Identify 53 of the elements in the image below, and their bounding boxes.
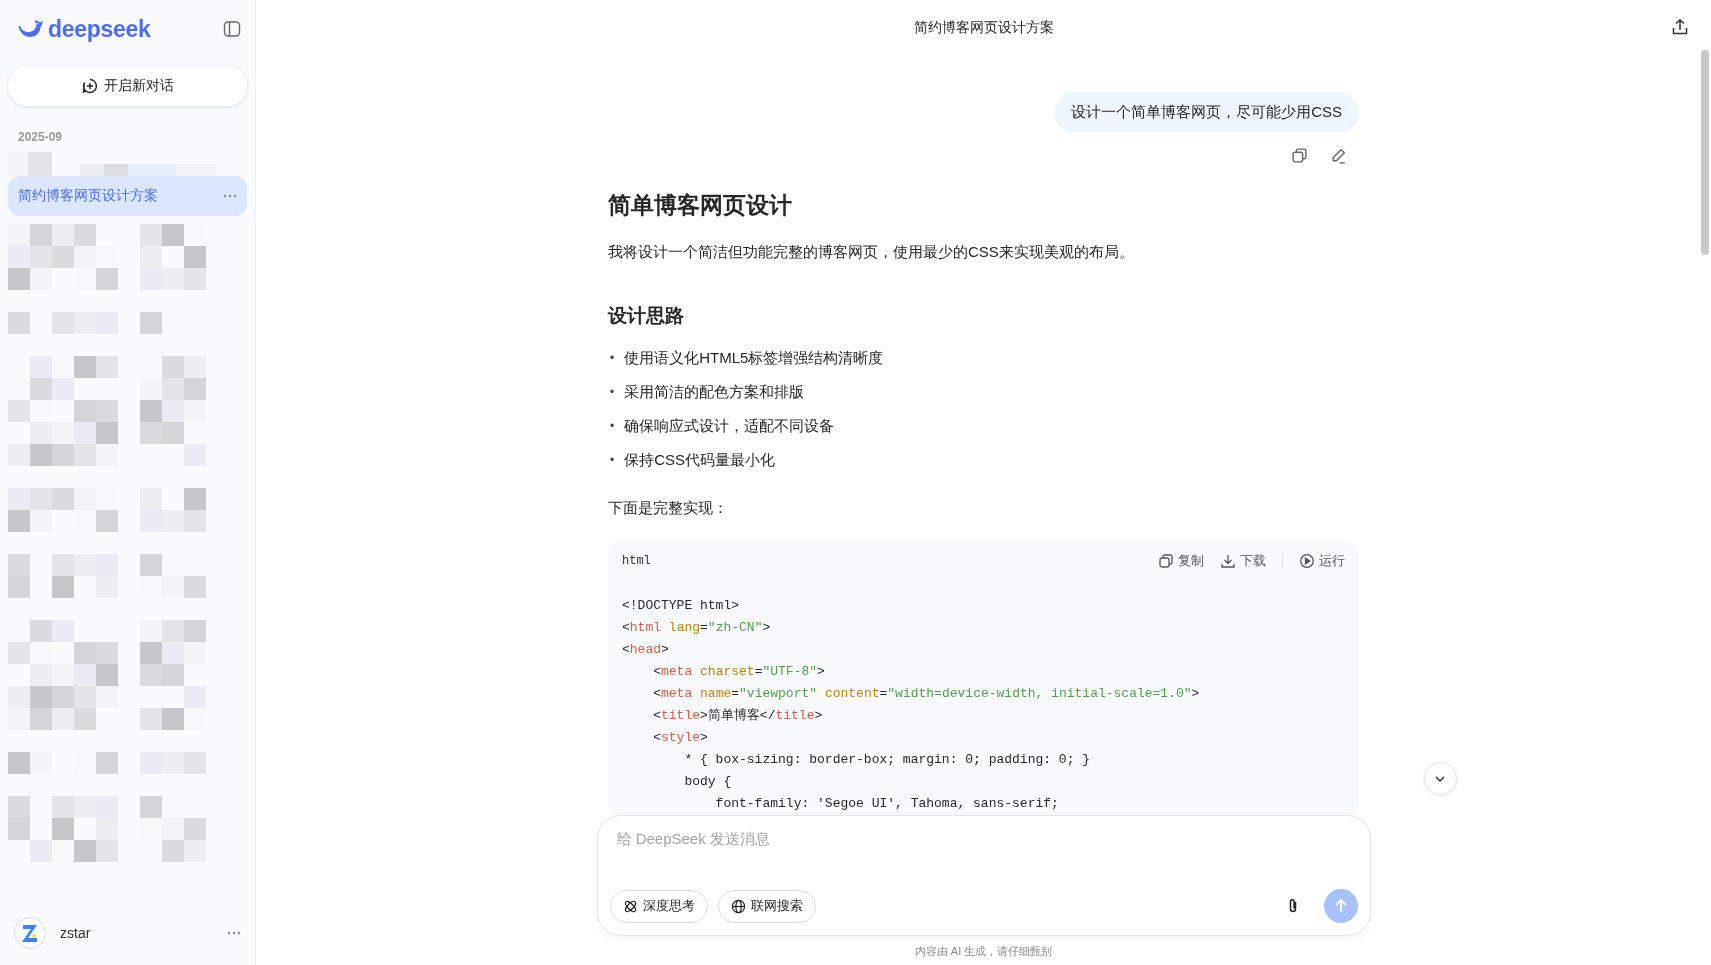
more-icon[interactable] (223, 194, 237, 198)
code-line: body { (683, 773, 733, 791)
edit-icon[interactable] (1330, 147, 1347, 164)
mode-toggle-button[interactable]: 联网搜索 (717, 889, 816, 923)
chevron-down-icon (1434, 774, 1446, 783)
code-line: font-family: 'Segoe UI', Tahoma, sans-serif; (714, 795, 1060, 813)
bullet: • (610, 419, 615, 433)
plus-chat-icon (81, 78, 98, 94)
code-line: * { box-sizing: border-box; margin: 0; padding: 0; } (683, 751, 1092, 769)
code-action-button[interactable]: 运行 (1299, 552, 1345, 570)
answer-heading: 简单博客网页设计 (608, 191, 793, 220)
code-action-button[interactable]: 复制 (1158, 552, 1204, 570)
code-line: <!DOCTYPE html> (622, 597, 741, 615)
code-line: <title>简单博客</title> (652, 707, 824, 725)
disclaimer-text: 内容由 AI 生成，请仔细甄别 (913, 944, 1054, 959)
more-icon[interactable] (227, 931, 241, 935)
answer-paragraph: 下面是完整实现： (608, 498, 729, 518)
user-message: 设计一个简单博客网页，尽可能少用CSS (1054, 92, 1359, 133)
user-name: zstar (60, 925, 92, 941)
list-item: 使用语义化HTML5标签增强结构清晰度 (624, 348, 884, 368)
code-line: <style> (652, 729, 709, 747)
sidebar-toggle-icon[interactable] (223, 20, 241, 38)
code-line: <meta charset="UTF-8"> (652, 663, 826, 681)
avatar-icon (14, 917, 46, 949)
list-item: 保持CSS代码量最小化 (624, 450, 776, 470)
list-item: 采用简洁的配色方案和排版 (624, 382, 805, 402)
mode-toggle-button[interactable]: 深度思考 (609, 889, 708, 923)
code-line: <html lang="zh-CN"> (622, 619, 772, 637)
bullet: • (610, 351, 615, 365)
bullet: • (610, 453, 615, 467)
bullet: • (610, 385, 615, 399)
globe-icon (730, 898, 746, 914)
whale-logo-icon (18, 19, 44, 39)
code-line: <head> (622, 641, 670, 659)
new-chat-button[interactable]: 开启新对话 (8, 66, 247, 106)
share-icon (1671, 18, 1689, 36)
code-line: <meta name="viewport" content="width=device-width, initial-scale=1.0"> (652, 685, 1201, 703)
copy-icon (1158, 553, 1174, 569)
copy-icon[interactable] (1291, 147, 1308, 164)
section-heading: 设计思路 (608, 304, 685, 328)
atom-icon (622, 898, 638, 914)
play-icon (1299, 553, 1315, 569)
code-language: html (622, 554, 651, 568)
date-label: 2025-09 (18, 130, 64, 144)
logo-text: deepseek (48, 15, 151, 43)
download-icon (1220, 553, 1236, 569)
answer-paragraph: 我将设计一个简洁但功能完整的博客网页，使用最少的CSS来实现美观的布局。 (608, 242, 1135, 262)
chat-title: 简约博客网页设计方案 (913, 19, 1054, 37)
share-button[interactable] (1671, 18, 1689, 36)
list-item: 确保响应式设计，适配不同设备 (624, 416, 835, 436)
chat-history-item[interactable]: 简约博客网页设计方案 (8, 176, 247, 216)
code-action-button[interactable]: 下载 (1220, 552, 1266, 570)
message-composer[interactable]: 给 DeepSeek 发送消息 深度思考 联网搜索 (596, 815, 1371, 936)
